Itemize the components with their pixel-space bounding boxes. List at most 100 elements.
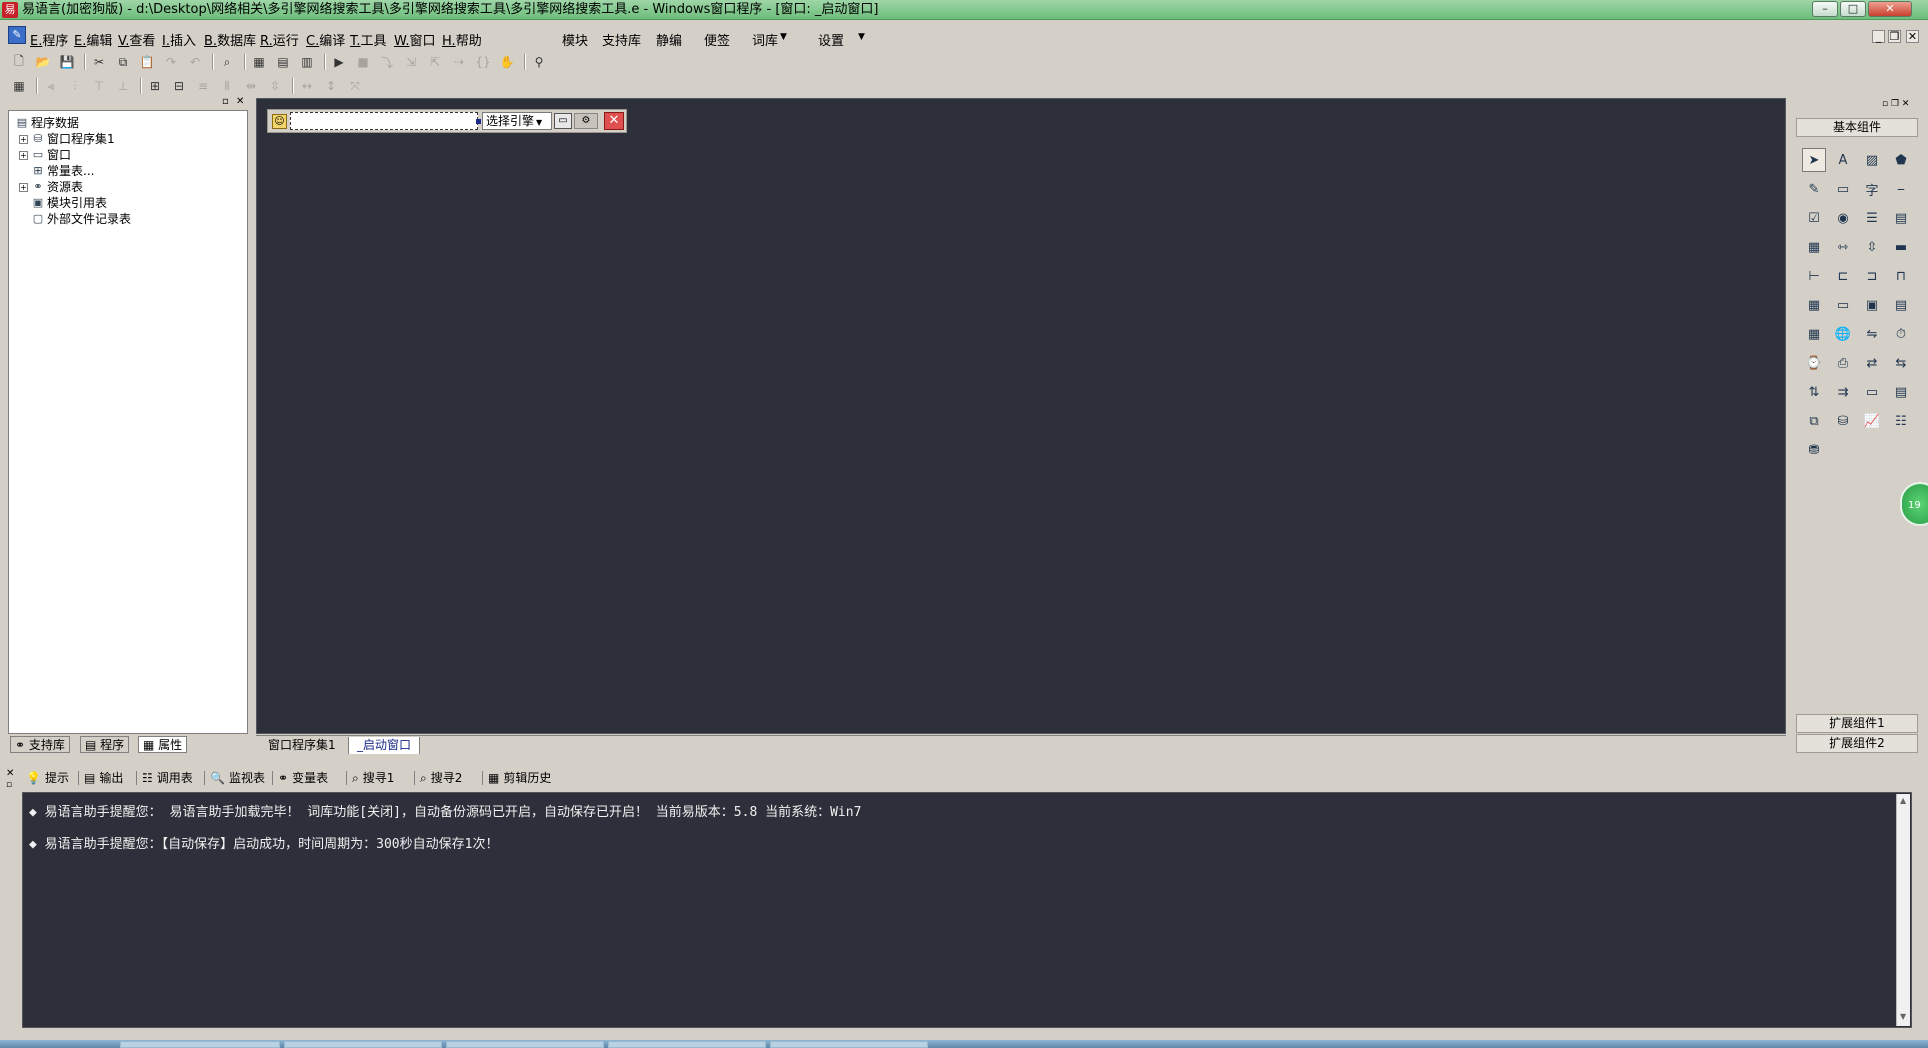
bottom-tab-7[interactable]: ▦ 剪辑历史 [488,768,551,788]
output-scrollbar[interactable]: ▲ ▼ [1896,794,1910,1026]
menu-item-2[interactable]: V.查看 [118,30,155,49]
split-icon[interactable]: ⊓ [1889,264,1913,288]
extra-menu-item-4[interactable]: 词库 [752,30,778,49]
taskbar-item[interactable] [770,1041,928,1048]
menu-item-7[interactable]: T.工具 [350,30,387,49]
search-input[interactable] [290,112,478,130]
calendar-icon[interactable]: ▦ [1802,293,1826,317]
close-icon[interactable]: ✕ [604,112,624,130]
taskbar-item[interactable] [608,1041,766,1048]
panel-icon[interactable]: ▤ [1889,380,1913,404]
extra-menu-item-5[interactable]: 设置 [818,30,844,49]
chevron-down-icon[interactable]: ▼ [780,32,787,42]
slider-icon[interactable]: ⊢ [1802,264,1826,288]
extension-components-button-2[interactable]: 扩展组件2 [1796,734,1918,753]
size-h-icon[interactable]: ↕ [322,77,340,95]
chart-icon[interactable]: 📈 [1860,409,1884,433]
align-bottom-icon[interactable]: ⊥ [114,77,132,95]
center-h-icon[interactable]: ⊞ [146,77,164,95]
new-icon[interactable]: 🗋 [10,53,28,71]
combo-icon[interactable]: ▤ [1889,206,1913,230]
menu-item-0[interactable]: E.程序 [30,30,68,49]
database-icon[interactable]: ⛁ [1831,409,1855,433]
menu-item-4[interactable]: B.数据库 [204,30,256,49]
align-top-icon[interactable]: ⊤ [90,77,108,95]
find-icon[interactable]: ⌕ [218,53,236,71]
menu-item-3[interactable]: I.插入 [162,30,196,49]
grid-icon[interactable]: ▦ [10,77,28,95]
menu-item-8[interactable]: W.窗口 [394,30,436,49]
folder-icon[interactable]: ▣ [1860,293,1884,317]
same-height-icon[interactable]: ≡ [194,77,212,95]
extra-menu-item-0[interactable]: 模块 [562,30,588,49]
bottom-tab-4[interactable]: ⚭ 变量表 [278,768,328,788]
menu-item-6[interactable]: C.编译 [306,30,345,49]
basic-components-header[interactable]: 基本组件 [1796,118,1918,137]
server-icon[interactable]: ⇆ [1889,351,1913,375]
hscroll-icon[interactable]: ⇿ [1831,235,1855,259]
save-icon[interactable]: 💾 [58,53,76,71]
copy-icon[interactable]: ⧉ [114,53,132,71]
expand-icon[interactable]: + [19,151,28,160]
tab-icon[interactable]: ⊏ [1831,264,1855,288]
pin-icon[interactable]: ▫ [6,780,12,790]
taskbar-item[interactable] [120,1041,280,1048]
taskbar-item[interactable] [446,1041,604,1048]
design-canvas[interactable]: ☺ 选择引擎 ▼ ▭ ⚙ ✕ [256,98,1786,734]
layout3-icon[interactable]: ▥ [298,53,316,71]
layout1-icon[interactable]: ▦ [250,53,268,71]
vscroll-icon[interactable]: ⇳ [1860,235,1884,259]
extra-menu-item-3[interactable]: 便签 [704,30,730,49]
mdi-minimize-button[interactable]: _ [1872,30,1885,43]
selection-handle[interactable] [476,119,481,124]
close-icon[interactable]: ✕ [236,96,244,107]
left-tab-1[interactable]: ▤ 程序 [80,736,130,753]
space-v-icon[interactable]: ⇳ [266,77,284,95]
stop-icon[interactable]: ■ [354,53,372,71]
step-over-icon[interactable]: ⇢ [450,53,468,71]
checkbox-icon[interactable]: ☑ [1802,206,1826,230]
odbc-link-icon[interactable]: ⛃ [1802,438,1826,462]
chevron-down-icon[interactable]: ▼ [858,32,865,42]
engine-select[interactable]: 选择引擎 ▼ [482,112,552,130]
printer-icon[interactable]: ⎙ [1831,351,1855,375]
step-out-icon[interactable]: ⇱ [426,53,444,71]
cut-icon[interactable]: ✂ [90,53,108,71]
center-v-icon[interactable]: ⊟ [170,77,188,95]
run-icon[interactable]: ▶ [330,53,348,71]
pin-icon[interactable]: ▫ [222,96,229,107]
listbox-icon[interactable]: ☰ [1860,206,1884,230]
extra-menu-item-1[interactable]: 支持库 [602,30,641,49]
hand-icon[interactable]: ✋ [498,53,516,71]
size-w-icon[interactable]: ↔ [298,77,316,95]
button-icon[interactable]: ▭ [1831,293,1855,317]
same-width-icon[interactable]: ⦀ [218,77,236,95]
mdi-close-button[interactable]: ✕ [1906,30,1919,43]
bottom-tab-6[interactable]: ⌕ 搜寻2 [420,768,462,788]
network-icon[interactable]: ⇄ [1860,351,1884,375]
menu-item-5[interactable]: R.运行 [260,30,299,49]
edit-box-icon[interactable]: ✎ [1802,177,1826,201]
pin-icon[interactable]: ▫ ❐ ✕ [1882,99,1909,109]
binoculars-icon[interactable]: ⚲ [530,53,548,71]
bottom-tab-5[interactable]: ⌕ 搜寻1 [352,768,394,788]
clock-icon[interactable]: ⏱ [1889,322,1913,346]
left-tab-2[interactable]: ▦ 属性 [138,736,188,753]
tree-icon[interactable]: ⧉ [1802,409,1826,433]
scroll-up-icon[interactable]: ▲ [1900,796,1906,805]
left-tab-0[interactable]: ⚭ 支持库 [10,736,70,753]
port-icon[interactable]: ⇉ [1831,380,1855,404]
undo-icon[interactable]: ↶ [186,53,204,71]
odbc-icon[interactable]: ☷ [1889,409,1913,433]
close-icon[interactable]: ✕ [6,768,14,779]
bottom-tab-3[interactable]: 🔍 监视表 [210,768,265,788]
dialog-icon[interactable]: ▭ [1860,380,1884,404]
size-both-icon[interactable]: ⤧ [346,77,364,95]
paste-icon[interactable]: 📋 [138,53,156,71]
bottom-tab-2[interactable]: ☷ 调用表 [142,768,193,788]
frame-icon[interactable]: ⊐ [1860,264,1884,288]
canvas-tab-0[interactable]: 窗口程序集1 [260,737,344,754]
step-in-icon[interactable]: ⇲ [402,53,420,71]
globe-icon[interactable]: 🌐 [1831,322,1855,346]
pointer-icon[interactable]: ➤ [1802,148,1826,172]
